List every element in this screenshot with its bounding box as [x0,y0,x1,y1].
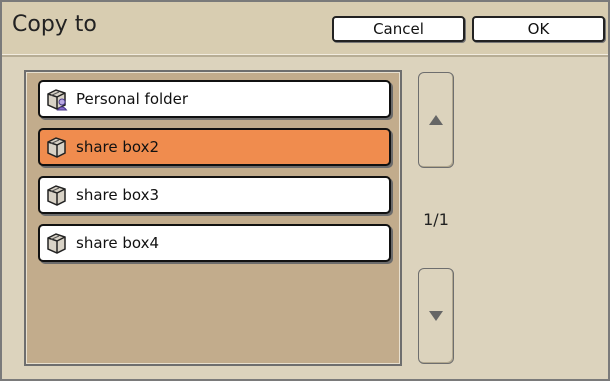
title-bar: Copy to Cancel OK [2,2,608,57]
list-item-label: Personal folder [76,90,189,108]
list-item-share-box3[interactable]: share box3 [38,176,391,214]
list-item-label: share box2 [76,138,160,156]
list-item-share-box4[interactable]: share box4 [38,224,391,262]
list-item-share-box2[interactable]: share box2 [38,128,391,166]
cancel-button[interactable]: Cancel [332,16,465,42]
scroll-down-button[interactable] [418,268,454,364]
list-item-label: share box4 [76,234,160,252]
page-indicator: 1/1 [423,210,449,229]
box-icon [44,134,70,160]
down-arrow-icon [428,307,444,326]
box-icon [44,230,70,256]
scroll-up-button[interactable] [418,72,454,168]
dialog-title: Copy to [12,12,97,37]
personal-folder-icon [44,86,70,112]
ok-button[interactable]: OK [472,16,605,42]
list-item-personal-folder[interactable]: Personal folder [38,80,391,118]
list-item-label: share box3 [76,186,160,204]
up-arrow-icon [428,111,444,130]
destination-list: Personal folder share box2 share box3 sh… [24,70,402,366]
box-icon [44,182,70,208]
copy-to-dialog: Copy to Cancel OK Personal folder share … [0,0,610,381]
